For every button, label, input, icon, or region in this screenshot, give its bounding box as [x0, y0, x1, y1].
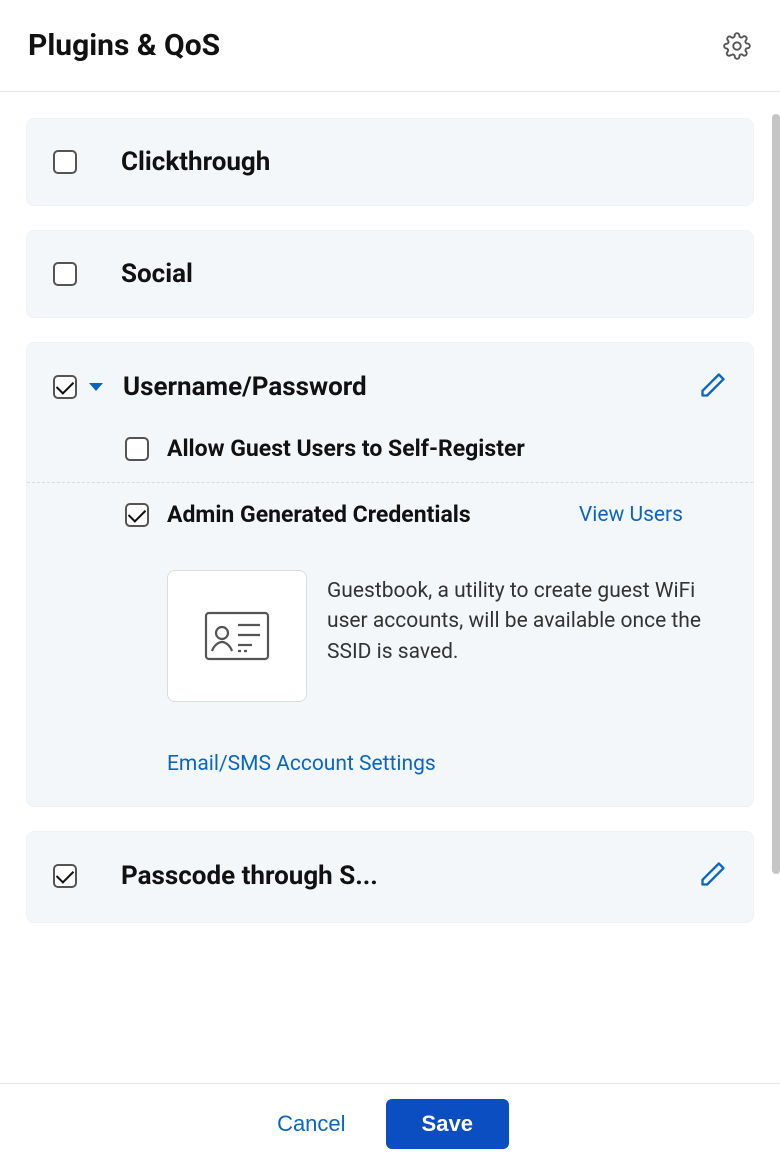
- label-admin-generated: Admin Generated Credentials: [167, 501, 471, 528]
- card-social: Social: [26, 230, 754, 318]
- settings-gear-button[interactable]: [722, 31, 752, 61]
- id-card-icon: [204, 611, 270, 661]
- card-title-username-password: Username/Password: [123, 372, 367, 402]
- pencil-icon: [699, 860, 727, 888]
- card-username-password: Username/Password Allow Guest Users to S…: [26, 342, 754, 807]
- checkbox-admin-generated[interactable]: [125, 503, 149, 527]
- card-title-social: Social: [121, 259, 193, 289]
- scrollbar-thumb[interactable]: [772, 114, 780, 874]
- checkbox-passcode-sms[interactable]: [53, 864, 77, 888]
- card-title-passcode-sms: Passcode through S...: [121, 861, 378, 891]
- edit-username-password-button[interactable]: [699, 371, 727, 403]
- save-button[interactable]: Save: [386, 1099, 509, 1149]
- page-title: Plugins & QoS: [28, 28, 220, 63]
- card-passcode-sms: Passcode through S...: [26, 831, 754, 923]
- edit-passcode-sms-button[interactable]: [699, 860, 727, 892]
- card-title-clickthrough: Clickthrough: [121, 147, 270, 177]
- content-area: Clickthrough Social Username/Password A: [0, 92, 780, 1083]
- guestbook-icon-card: [167, 570, 307, 702]
- view-users-link[interactable]: View Users: [579, 503, 683, 527]
- pencil-icon: [699, 371, 727, 399]
- gear-icon: [723, 32, 751, 60]
- expand-caret-icon[interactable]: [89, 383, 103, 391]
- label-self-register: Allow Guest Users to Self-Register: [167, 435, 525, 462]
- footer-actions: Cancel Save: [0, 1083, 780, 1163]
- cancel-button[interactable]: Cancel: [271, 1110, 351, 1138]
- guestbook-info-text: Guestbook, a utility to create guest WiF…: [327, 570, 727, 702]
- checkbox-social[interactable]: [53, 262, 77, 286]
- checkbox-clickthrough[interactable]: [53, 150, 77, 174]
- card-clickthrough: Clickthrough: [26, 118, 754, 206]
- email-sms-settings-link[interactable]: Email/SMS Account Settings: [167, 752, 436, 776]
- checkbox-username-password[interactable]: [53, 375, 77, 399]
- checkbox-self-register[interactable]: [125, 437, 149, 461]
- guestbook-info-block: Guestbook, a utility to create guest WiF…: [27, 546, 753, 712]
- page-header: Plugins & QoS: [0, 0, 780, 92]
